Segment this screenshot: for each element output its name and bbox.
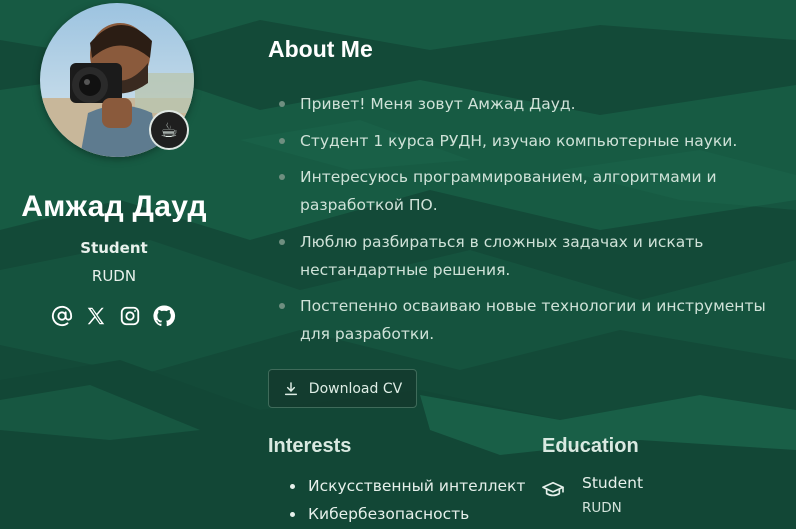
education-school: RUDN: [582, 500, 622, 516]
at-sign-icon: [51, 305, 73, 327]
github-link[interactable]: [152, 304, 176, 328]
about-item: Студент 1 курса РУДН, изучаю компьютерны…: [268, 127, 788, 155]
x-twitter-link[interactable]: [84, 304, 108, 328]
about-item: Интересуюсь программированием, алгоритма…: [268, 163, 788, 219]
interests-list: Искусственный интеллект Кибербезопасност…: [268, 472, 525, 528]
education-item: Student RUDN: [542, 474, 782, 526]
about-title: About Me: [268, 36, 373, 62]
instagram-link[interactable]: [118, 304, 142, 328]
page: ☕ Амжад Дауд Student RUDN About Me Приве…: [0, 0, 796, 529]
interest-item: Кибербезопасность: [268, 500, 525, 528]
interests-title: Interests: [268, 435, 352, 457]
social-links: [50, 304, 176, 328]
profile-role: Student: [80, 239, 148, 257]
profile-organization: RUDN: [91, 267, 137, 285]
github-icon: [153, 305, 176, 327]
graduation-cap-icon: [542, 481, 564, 497]
download-cv-label: Download CV: [308, 380, 403, 397]
about-item: Постепенно осваиваю новые технологии и и…: [268, 292, 788, 348]
download-icon: [284, 381, 297, 395]
about-item: Привет! Меня зовут Амжад Дауд.: [268, 90, 788, 118]
about-item: Люблю разбираться в сложных задачах и ис…: [268, 228, 788, 284]
status-badge: ☕: [149, 110, 189, 150]
coffee-icon: ☕: [160, 118, 178, 142]
download-cv-button[interactable]: Download CV: [268, 369, 417, 408]
interest-item: Искусственный интеллект: [268, 472, 525, 500]
x-twitter-icon: [87, 307, 105, 325]
email-link[interactable]: [50, 304, 74, 328]
education-degree: Student: [582, 474, 644, 492]
education-title: Education: [542, 435, 639, 457]
about-list: Привет! Меня зовут Амжад Дауд. Студент 1…: [268, 90, 788, 357]
profile-name: Амжад Дауд: [21, 190, 207, 223]
instagram-icon: [120, 306, 140, 326]
